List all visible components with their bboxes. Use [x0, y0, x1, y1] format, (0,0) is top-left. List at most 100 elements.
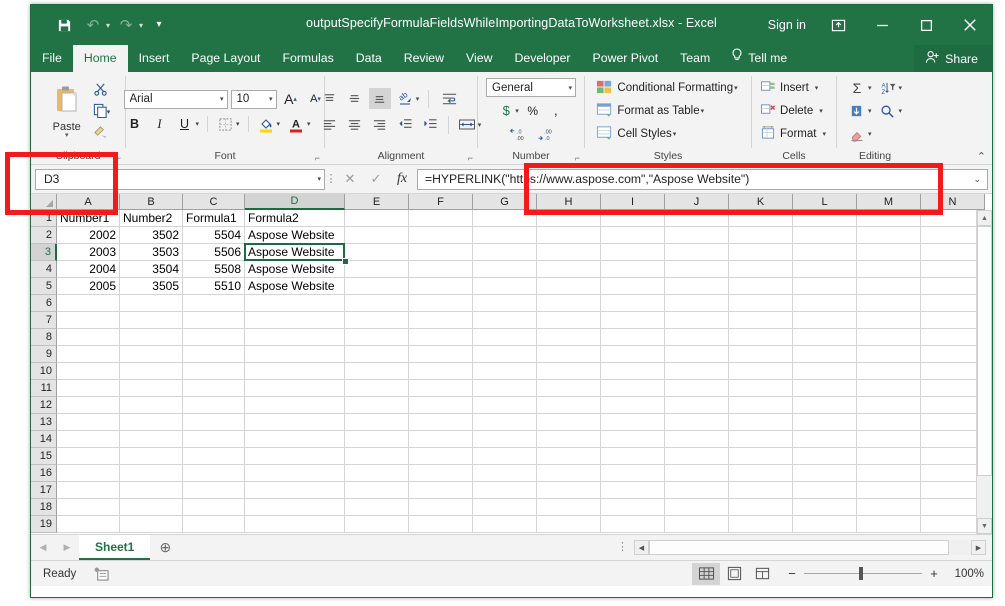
cell-F11[interactable]: [409, 380, 473, 397]
cell-H13[interactable]: [537, 414, 601, 431]
cell-L13[interactable]: [793, 414, 857, 431]
cell-B15[interactable]: [120, 448, 183, 465]
close-button[interactable]: [948, 5, 992, 45]
normal-view-button[interactable]: [692, 563, 720, 585]
cell-K13[interactable]: [729, 414, 793, 431]
chevron-down-icon[interactable]: ▾: [822, 130, 828, 138]
column-header-d[interactable]: D: [245, 194, 345, 210]
cell-J8[interactable]: [665, 329, 729, 346]
cell-I6[interactable]: [601, 295, 665, 312]
cell-F17[interactable]: [409, 482, 473, 499]
cell-L1[interactable]: [793, 210, 857, 227]
cell-F8[interactable]: [409, 329, 473, 346]
cell-A17[interactable]: [57, 482, 120, 499]
cell-A1[interactable]: Number1: [57, 210, 120, 227]
cell-F19[interactable]: [409, 516, 473, 533]
sort-filter-dropdown-icon[interactable]: ▾: [899, 84, 905, 92]
cell-G19[interactable]: [473, 516, 537, 533]
cell-A9[interactable]: [57, 346, 120, 363]
tab-view[interactable]: View: [455, 45, 503, 72]
cell-A8[interactable]: [57, 329, 120, 346]
tab-page-layout[interactable]: Page Layout: [180, 45, 271, 72]
tab-developer[interactable]: Developer: [503, 45, 581, 72]
cell-B12[interactable]: [120, 397, 183, 414]
cell-C15[interactable]: [183, 448, 245, 465]
cell-J3[interactable]: [665, 244, 729, 261]
cell-L12[interactable]: [793, 397, 857, 414]
cell-G9[interactable]: [473, 346, 537, 363]
autosum-dropdown-icon[interactable]: ▾: [868, 84, 874, 92]
currency-dropdown-icon[interactable]: ▾: [515, 107, 521, 115]
cell-A19[interactable]: [57, 516, 120, 533]
tab-formulas[interactable]: Formulas: [271, 45, 344, 72]
cell-D18[interactable]: [245, 499, 345, 516]
cell-I12[interactable]: [601, 397, 665, 414]
cell-D10[interactable]: [245, 363, 345, 380]
cell-L4[interactable]: [793, 261, 857, 278]
cell-K2[interactable]: [729, 227, 793, 244]
cell-E19[interactable]: [345, 516, 409, 533]
cell-H7[interactable]: [537, 312, 601, 329]
name-box[interactable]: D3 ▾: [35, 169, 325, 190]
delete-cells-button[interactable]: Delete ▾: [760, 101, 828, 121]
fill-color-dropdown-icon[interactable]: ▾: [277, 120, 283, 128]
tell-me-box[interactable]: Tell me: [721, 45, 797, 72]
cell-E11[interactable]: [345, 380, 409, 397]
cell-H18[interactable]: [537, 499, 601, 516]
column-header-k[interactable]: K: [729, 194, 793, 210]
cell-G3[interactable]: [473, 244, 537, 261]
cell-I11[interactable]: [601, 380, 665, 397]
cell-C17[interactable]: [183, 482, 245, 499]
cell-M6[interactable]: [857, 295, 921, 312]
cell-E4[interactable]: [345, 261, 409, 278]
cell-G16[interactable]: [473, 465, 537, 482]
cell-D8[interactable]: [245, 329, 345, 346]
autosum-icon[interactable]: Σ: [846, 78, 868, 99]
chevron-down-icon[interactable]: ▾: [673, 130, 679, 138]
copy-dropdown-icon[interactable]: ▾: [107, 108, 113, 116]
cell-F14[interactable]: [409, 431, 473, 448]
horizontal-scrollbar[interactable]: ◀ ▶: [634, 540, 986, 555]
tab-review[interactable]: Review: [393, 45, 455, 72]
cell-F3[interactable]: [409, 244, 473, 261]
row-header-9[interactable]: 9: [31, 346, 57, 363]
cell-K8[interactable]: [729, 329, 793, 346]
cell-E3[interactable]: [345, 244, 409, 261]
fill-color-icon[interactable]: [255, 114, 277, 135]
next-sheet-icon[interactable]: ▶: [55, 536, 79, 560]
cell-M13[interactable]: [857, 414, 921, 431]
cell-H3[interactable]: [537, 244, 601, 261]
cell-B7[interactable]: [120, 312, 183, 329]
cell-F15[interactable]: [409, 448, 473, 465]
cell-D12[interactable]: [245, 397, 345, 414]
number-dialog-launcher-icon[interactable]: ⌐: [575, 150, 580, 166]
cell-H15[interactable]: [537, 448, 601, 465]
tab-data[interactable]: Data: [345, 45, 393, 72]
borders-dropdown-icon[interactable]: ▾: [236, 120, 242, 128]
cell-M1[interactable]: [857, 210, 921, 227]
row-header-18[interactable]: 18: [31, 499, 57, 516]
cell-H17[interactable]: [537, 482, 601, 499]
decrease-decimal-icon[interactable]: .00.0: [533, 124, 557, 145]
column-header-a[interactable]: A: [57, 194, 120, 210]
orientation-icon[interactable]: ab: [394, 88, 416, 109]
cell-H2[interactable]: [537, 227, 601, 244]
borders-icon[interactable]: [214, 114, 236, 135]
cell-G13[interactable]: [473, 414, 537, 431]
cell-K3[interactable]: [729, 244, 793, 261]
align-right-icon[interactable]: [369, 114, 391, 135]
cell-C4[interactable]: 5508: [183, 261, 245, 278]
chevron-down-icon[interactable]: ▾: [734, 84, 740, 92]
sheet-tab-sheet1[interactable]: Sheet1: [79, 535, 150, 560]
zoom-out-button[interactable]: −: [786, 566, 798, 581]
chevron-down-icon[interactable]: ▾: [216, 95, 224, 103]
cell-F9[interactable]: [409, 346, 473, 363]
previous-sheet-icon[interactable]: ◀: [31, 536, 55, 560]
cell-L7[interactable]: [793, 312, 857, 329]
share-button[interactable]: Share: [914, 45, 992, 72]
cell-G10[interactable]: [473, 363, 537, 380]
cell-I10[interactable]: [601, 363, 665, 380]
cell-B19[interactable]: [120, 516, 183, 533]
cell-C3[interactable]: 5506: [183, 244, 245, 261]
cell-K16[interactable]: [729, 465, 793, 482]
